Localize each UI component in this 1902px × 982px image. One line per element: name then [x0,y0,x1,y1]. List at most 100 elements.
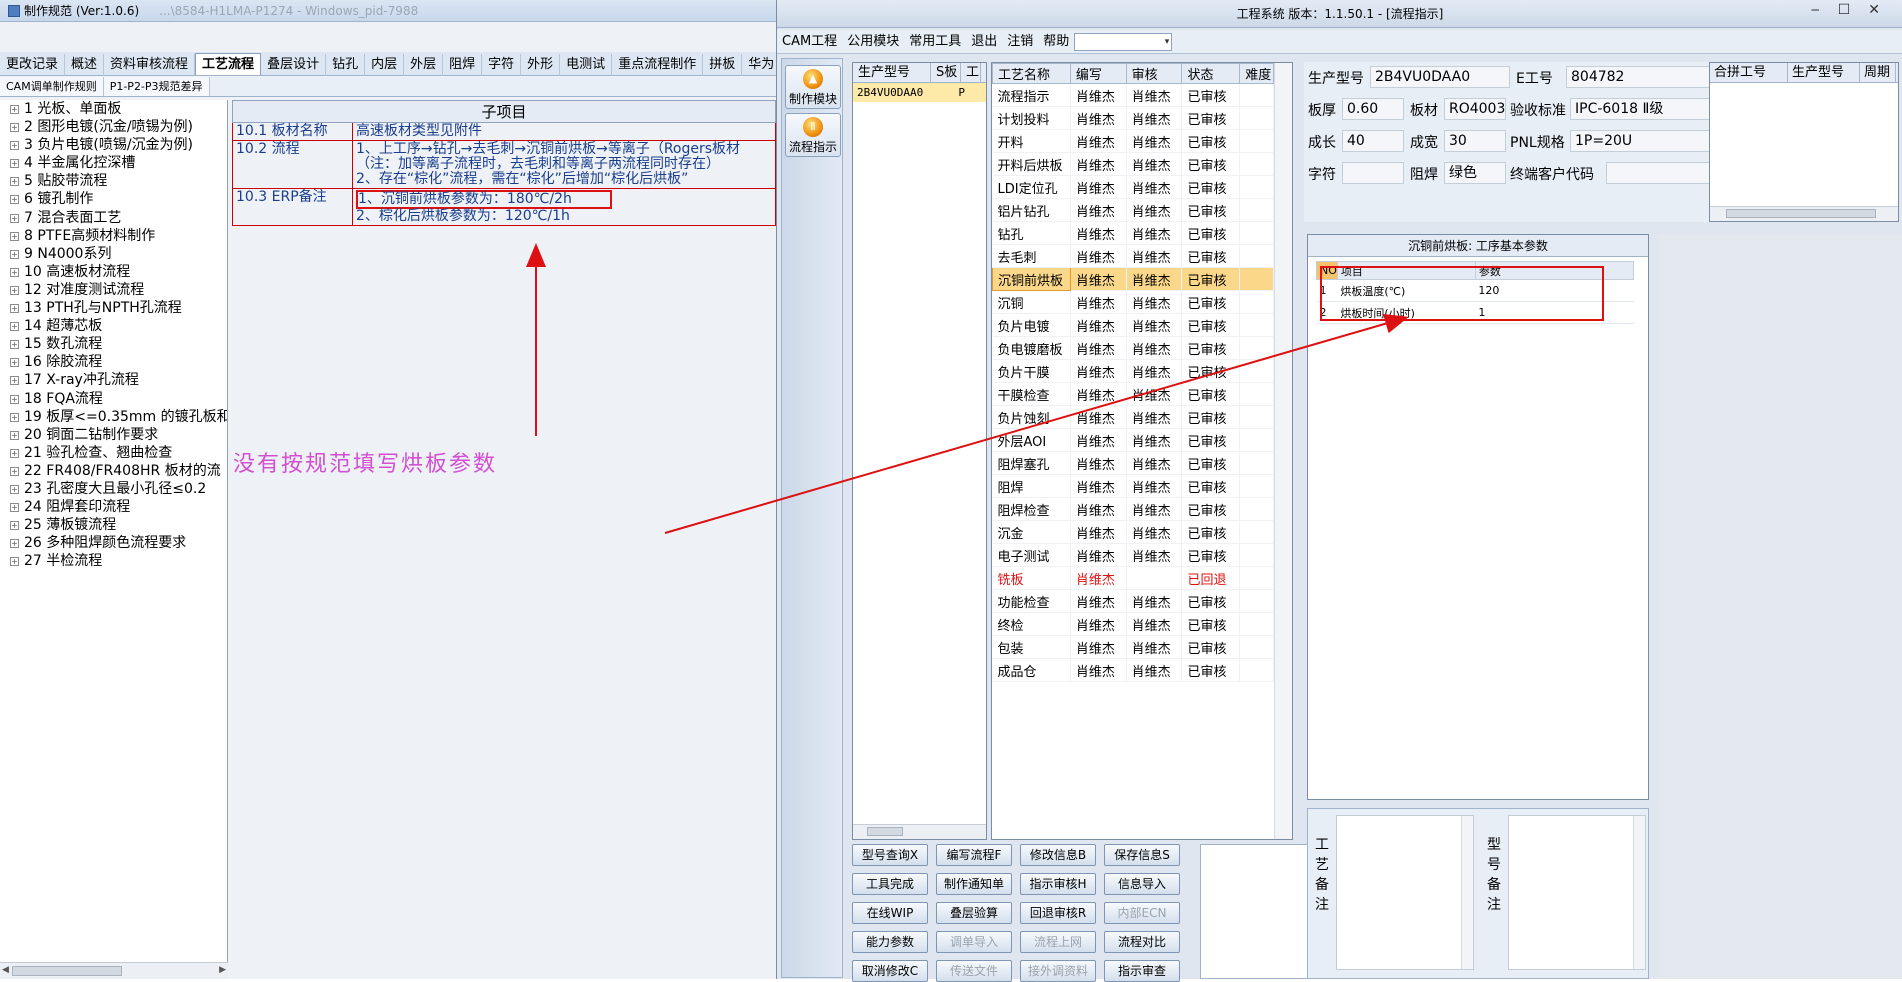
tree-item[interactable]: +22 FR408/FR408HR 板材的流 [0,462,227,480]
action-button[interactable]: 制作通知单 [936,873,1012,895]
spec-subtab[interactable]: P1-P2-P3规范差异 [103,77,210,96]
col-cycle[interactable]: 周期 [1860,63,1896,83]
minimize-icon[interactable]: ‒ [1811,2,1838,18]
process-row[interactable]: 阻焊检查 肖维杰 肖维杰 已审核 [992,497,1274,521]
process-row[interactable]: 成品仓 肖维杰 肖维杰 已审核 [992,658,1274,682]
expand-icon[interactable]: + [10,484,19,494]
spec-tab[interactable]: 重点流程制作 [612,54,704,76]
action-button[interactable]: 在线WIP [852,902,928,924]
expand-icon[interactable]: + [10,521,19,531]
expand-icon[interactable]: + [10,557,19,567]
expand-icon[interactable]: + [10,267,19,277]
tree-item[interactable]: +3 负片电镀(喷锡/沉金为例) [0,136,227,154]
expand-icon[interactable]: + [10,105,19,114]
tree-item[interactable]: +1 光板、单面板 [0,100,227,118]
tree-item[interactable]: +8 PTFE高频材料制作 [0,227,227,245]
spec-tab[interactable]: 更改记录 [0,54,66,76]
expand-icon[interactable]: + [10,358,19,368]
tree-item[interactable]: +7 混合表面工艺 [0,209,227,227]
process-row[interactable]: 外层AOI 肖维杰 肖维杰 已审核 [992,428,1274,452]
tree-item[interactable]: +21 验孔检查、翘曲检查 [0,444,227,462]
process-row[interactable]: 电子测试 肖维杰 肖维杰 已审核 [992,543,1274,567]
field-customer-code[interactable] [1606,162,1722,184]
param-row[interactable]: 1 烘板温度(℃) 120 [1316,279,1634,302]
process-tree[interactable]: +1 光板、单面板 +2 图形电镀(沉金/喷锡为例) +3 负片电镀(喷锡/沉金为例… [0,100,228,979]
scroll-thumb[interactable] [1726,209,1876,218]
field-length[interactable]: 40 [1342,130,1404,152]
process-row[interactable]: 沉金 肖维杰 肖维杰 已审核 [992,520,1274,544]
spec-tab[interactable]: 工艺流程 [195,53,262,75]
tree-item[interactable]: +19 板厚<=0.35mm 的镀孔板和 [0,408,227,426]
notes-box[interactable] [1200,844,1313,979]
process-row[interactable]: 阻焊塞孔 肖维杰 肖维杰 已审核 [992,451,1274,475]
expand-icon[interactable]: + [10,195,19,205]
tree-item[interactable]: +17 X-ray冲孔流程 [0,371,227,389]
col-merge-no[interactable]: 合拼工号 [1710,63,1788,83]
expand-icon[interactable]: + [10,213,19,223]
expand-icon[interactable]: + [10,466,19,476]
expand-icon[interactable]: + [10,285,19,295]
action-button[interactable]: 编写流程F [936,844,1012,866]
process-row[interactable]: 负片干膜 肖维杰 肖维杰 已审核 [992,359,1274,383]
spec-tab[interactable]: 字符 [482,54,522,76]
field-thickness[interactable]: 0.60 [1342,98,1404,120]
col-process-name[interactable]: 工艺名称 [992,63,1071,84]
col-merge-model[interactable]: 生产型号 [1788,63,1860,83]
process-row[interactable]: 干膜检查 肖维杰 肖维杰 已审核 [992,382,1274,406]
param-row[interactable]: 2 烘板时间(小时) 1 [1316,301,1634,324]
expand-icon[interactable]: + [10,412,19,422]
tree-item[interactable]: +18 FQA流程 [0,390,227,408]
menu-item[interactable]: 公用模块 [842,30,904,54]
col-author[interactable]: 编写 [1069,63,1127,84]
process-row[interactable]: 去毛刺 肖维杰 肖维杰 已审核 [992,244,1274,268]
scroll-thumb[interactable] [12,966,122,976]
field-prod-model[interactable]: 2B4VU0DAA0 [1370,66,1510,88]
col-no[interactable]: NO [1316,261,1338,280]
field-material[interactable]: RO4003C [1444,98,1506,120]
process-row[interactable]: 流程指示 肖维杰 肖维杰 已审核 [992,83,1274,107]
model-list[interactable]: 生产型号 S板工 2B4VU0DAA0 P [852,62,987,840]
expand-icon[interactable]: + [10,448,19,458]
process-row[interactable]: 负电镀磨板 肖维杰 肖维杰 已审核 [992,336,1274,360]
process-row[interactable]: 包装 肖维杰 肖维杰 已审核 [992,635,1274,659]
field-solder-mask[interactable]: 绿色 [1444,162,1506,184]
process-row[interactable]: 阻焊 肖维杰 肖维杰 已审核 [992,474,1274,498]
field-char[interactable] [1342,162,1404,184]
process-row[interactable]: 开料后烘板 肖维杰 肖维杰 已审核 [992,152,1274,176]
scroll-thumb[interactable] [867,827,903,836]
chevron-down-icon[interactable]: ▾ [1165,34,1170,51]
tree-horizontal-scrollbar[interactable]: ◀ ▶ [0,962,228,979]
action-button[interactable]: 保存信息S [1104,844,1180,866]
merge-table[interactable]: 合拼工号 生产型号 周期 [1709,62,1899,222]
tree-item[interactable]: +15 数孔流程 [0,335,227,353]
action-button[interactable]: 型号查询X [852,844,928,866]
spec-tab[interactable]: 华为 [742,54,776,76]
process-table-vscroll[interactable] [1274,63,1292,839]
tree-item[interactable]: +6 镀孔制作 [0,190,227,208]
menu-item[interactable]: 注销 [1002,30,1038,54]
col-s-board[interactable]: S板 [931,63,961,82]
process-row[interactable]: 钻孔 肖维杰 肖维杰 已审核 [992,221,1274,245]
action-button[interactable]: 能力参数 [852,931,928,953]
side-button-flow-indicate[interactable]: Ⅱ 流程指示 [785,113,841,157]
remark-vscroll[interactable] [1461,816,1473,969]
model-remark-box[interactable] [1508,815,1646,970]
params-table[interactable]: NO 项目 参数 1 烘板温度(℃) 120 2 烘板时间(小时) 1 [1316,261,1635,324]
expand-icon[interactable]: + [10,304,19,314]
process-table[interactable]: 工艺名称 编写 审核 状态 难度 流程指示 肖维杰 肖维杰 已审核 计划投料 肖维杰 肖维杰… [991,62,1293,840]
tree-item[interactable]: +14 超薄芯板 [0,317,227,335]
scroll-left-icon[interactable]: ◀ [2,965,9,975]
merge-table-hscroll[interactable] [1710,206,1898,221]
maximize-icon[interactable]: ☐ [1838,2,1869,18]
expand-icon[interactable]: + [10,159,19,169]
process-row[interactable]: 开料 肖维杰 肖维杰 已审核 [992,129,1274,153]
process-row[interactable]: 终检 肖维杰 肖维杰 已审核 [992,612,1274,636]
spec-tab[interactable]: 阻焊 [443,54,483,76]
tree-item[interactable]: +9 N4000系列 [0,245,227,263]
field-pnl[interactable]: 1P=20U [1570,130,1722,152]
spec-tab[interactable]: 拼板 [703,54,743,76]
process-row[interactable]: 铝片钻孔 肖维杰 肖维杰 已审核 [992,198,1274,222]
action-button[interactable]: 修改信息B [1020,844,1096,866]
tree-item[interactable]: +5 贴胶带流程 [0,172,227,190]
col-item[interactable]: 项目 [1336,261,1476,280]
